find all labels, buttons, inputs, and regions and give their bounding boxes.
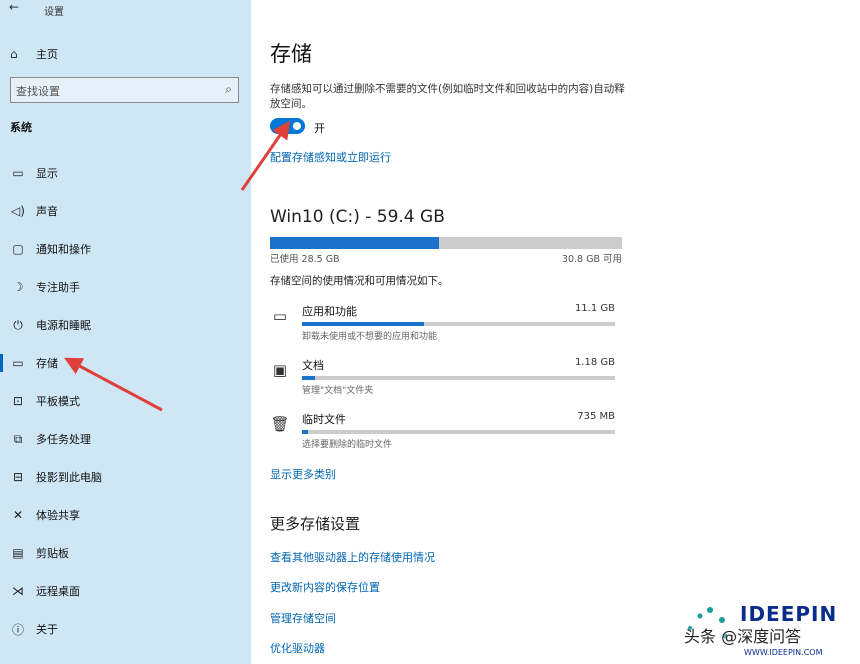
watermark-url: WWW.IDEEPIN.COM [744,648,823,657]
settings-window: ← 设置 ⌂ 主页 查找设置 ⌕ 系统 ▭ 显示 ◁) 声音 ▢ 通知和操作 ☽ 专注助手 ⏻ 电… [0,0,860,664]
watermark-caption: 头条 @深度问答 [684,627,802,646]
arrow-to-toggle [240,120,291,191]
arrow-to-storage-nav [64,357,163,412]
watermark: IDEEPIN 头条 @深度问答 WWW.IDEEPIN.COM [670,598,860,664]
annotation-arrows [64,120,291,412]
